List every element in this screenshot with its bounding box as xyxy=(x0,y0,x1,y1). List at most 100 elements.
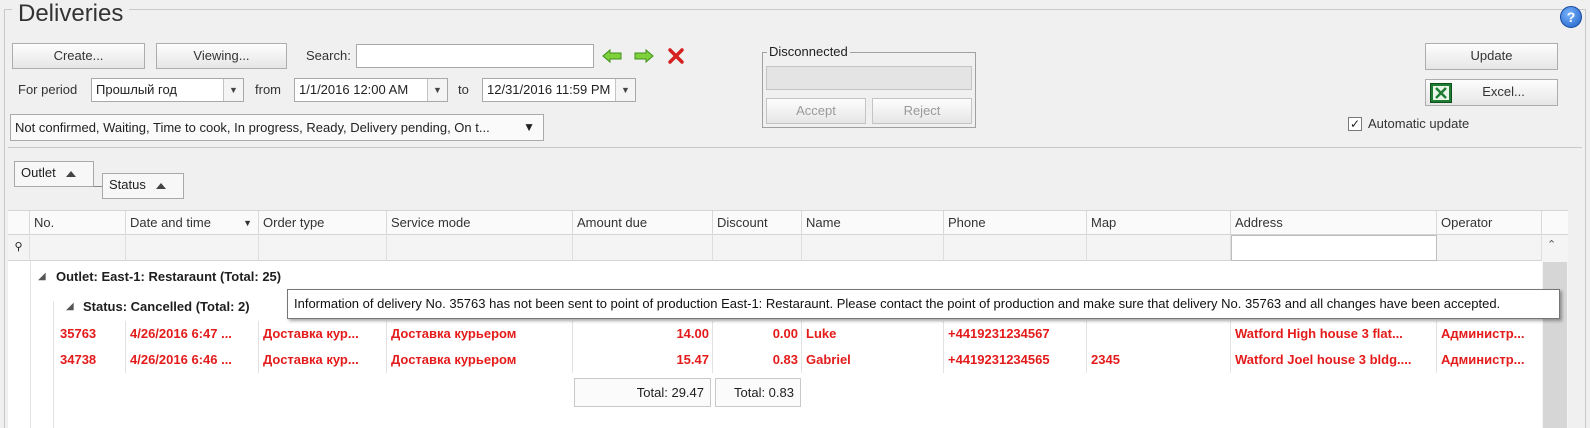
from-date-value: 1/1/2016 12:00 AM xyxy=(299,82,409,97)
collapse-outlet-icon[interactable]: ◢ xyxy=(38,264,46,290)
reject-button[interactable]: Reject xyxy=(872,98,972,124)
column-header-phone[interactable]: Phone xyxy=(944,211,1087,236)
column-header-date[interactable]: Date and time ▼ xyxy=(126,211,259,236)
scrollbar-thumb[interactable] xyxy=(1543,262,1567,428)
status-filter-select[interactable]: Not confirmed, Waiting, Time to cook, In… xyxy=(10,114,544,141)
filter-cell-address[interactable] xyxy=(1231,235,1437,261)
auto-filter-row: ⚲ xyxy=(8,235,1568,261)
to-date-value: 12/31/2016 11:59 PM xyxy=(487,82,611,97)
clear-search-icon[interactable] xyxy=(668,48,684,64)
cell-address: Watford High house 3 flat... xyxy=(1235,326,1403,341)
status-chip-label: Status xyxy=(109,177,146,192)
to-label: to xyxy=(458,82,469,97)
cell-no: 35763 xyxy=(60,326,97,341)
excel-icon xyxy=(1430,83,1452,103)
filter-cell-order-type[interactable] xyxy=(259,235,387,261)
cell-service-mode: Доставка курьером xyxy=(391,326,517,341)
to-date-field[interactable]: 12/31/2016 11:59 PM ▼ xyxy=(482,78,636,102)
connection-status-title: Disconnected xyxy=(767,44,850,60)
row-indicator-header xyxy=(8,211,30,236)
grid-line xyxy=(572,321,573,373)
cell-order-type: Доставка кур... xyxy=(263,352,359,367)
outlet-chip-label: Outlet xyxy=(21,165,56,180)
filter-cell-amount[interactable] xyxy=(573,235,713,261)
column-header-date-label: Date and time xyxy=(130,215,211,230)
sort-descending-icon: ▼ xyxy=(243,218,252,228)
grid-line xyxy=(1230,321,1231,373)
automatic-update-label: Automatic update xyxy=(1368,116,1470,131)
filter-cell-phone[interactable] xyxy=(944,235,1087,261)
excel-label: Excel... xyxy=(1482,84,1525,99)
column-header-operator[interactable]: Operator xyxy=(1437,211,1542,236)
group-row-outlet[interactable]: Outlet: East-1: Restaraunt (Total: 25) xyxy=(56,264,281,290)
column-header-order-type[interactable]: Order type xyxy=(259,211,387,236)
search-input[interactable] xyxy=(356,44,594,68)
discount-total: Total: 0.83 xyxy=(715,378,801,407)
help-icon[interactable]: ? xyxy=(1560,6,1582,28)
from-date-field[interactable]: 1/1/2016 12:00 AM ▼ xyxy=(294,78,448,102)
column-header-address[interactable]: Address xyxy=(1231,211,1437,236)
page-title: Deliveries xyxy=(12,0,130,28)
column-header-map[interactable]: Map xyxy=(1087,211,1231,236)
period-label: For period xyxy=(18,82,78,97)
chevron-down-icon: ▼ xyxy=(427,79,447,101)
chevron-down-icon: ▼ xyxy=(615,79,635,101)
group-by-outlet-chip[interactable]: Outlet xyxy=(14,161,94,187)
filter-pin-icon: ⚲ xyxy=(8,235,30,261)
accept-button[interactable]: Accept xyxy=(766,98,866,124)
cell-discount: 0.00 xyxy=(772,326,798,341)
filter-cell-operator[interactable] xyxy=(1437,235,1542,261)
filter-cell-discount[interactable] xyxy=(713,235,802,261)
grid-line xyxy=(386,321,387,373)
cell-name: Luke xyxy=(806,326,837,341)
sort-ascending-icon xyxy=(65,170,76,177)
cell-phone: +4419231234565 xyxy=(948,352,1050,367)
column-header-discount[interactable]: Discount xyxy=(713,211,802,236)
cell-date: 4/26/2016 6:47 ... xyxy=(130,326,232,341)
cell-order-type: Доставка кур... xyxy=(263,326,359,341)
period-value: Прошлый год xyxy=(96,82,178,97)
period-select[interactable]: Прошлый год ▼ xyxy=(91,78,244,102)
update-button[interactable]: Update xyxy=(1425,43,1558,70)
cell-phone: +4419231234567 xyxy=(948,326,1050,341)
group-row-status[interactable]: Status: Cancelled (Total: 2) xyxy=(83,294,250,320)
grid-line xyxy=(801,321,802,373)
filter-cell-map[interactable] xyxy=(1087,235,1231,261)
column-header-no[interactable]: No. xyxy=(30,211,126,236)
delivery-warning-tooltip: Information of delivery No. 35763 has no… xyxy=(287,289,1560,319)
cell-name: Gabriel xyxy=(806,352,851,367)
search-next-icon[interactable] xyxy=(634,48,654,64)
grid-line xyxy=(1086,321,1087,373)
filter-cell-name[interactable] xyxy=(802,235,944,261)
column-header-service-mode[interactable]: Service mode xyxy=(387,211,573,236)
grid-line xyxy=(943,321,944,373)
row-indicator-border xyxy=(30,261,31,428)
cell-operator: Администр... xyxy=(1441,326,1525,341)
chevron-down-icon: ▼ xyxy=(223,79,243,101)
viewing-button[interactable]: Viewing... xyxy=(156,43,287,69)
group-by-status-chip[interactable]: Status xyxy=(102,173,184,199)
collapse-status-icon[interactable]: ◢ xyxy=(66,294,74,320)
column-header-name[interactable]: Name xyxy=(802,211,944,236)
connection-message-box xyxy=(766,66,972,90)
excel-button[interactable]: Excel... xyxy=(1425,79,1558,106)
grid-line xyxy=(125,321,126,373)
filter-cell-no[interactable] xyxy=(30,235,126,261)
grid-line xyxy=(1436,321,1437,373)
search-previous-icon[interactable] xyxy=(602,48,622,64)
grid-header-row: No. Date and time ▼ Order type Service m… xyxy=(8,210,1568,236)
grid-body: ◢ Outlet: East-1: Restaraunt (Total: 25)… xyxy=(8,261,1542,428)
automatic-update-checkbox[interactable]: ✓ xyxy=(1348,117,1362,131)
group-indent-border xyxy=(53,301,54,428)
status-filter-value: Not confirmed, Waiting, Time to cook, In… xyxy=(15,120,490,135)
scroll-up-icon[interactable]: ⌃ xyxy=(1547,238,1556,251)
create-button[interactable]: Create... xyxy=(12,43,145,69)
column-header-amount-due[interactable]: Amount due xyxy=(573,211,713,236)
cell-service-mode: Доставка курьером xyxy=(391,352,517,367)
cell-amount: 14.00 xyxy=(676,326,709,341)
filter-cell-date[interactable] xyxy=(126,235,259,261)
search-label: Search: xyxy=(306,48,351,63)
sort-ascending-icon xyxy=(155,182,166,189)
filter-cell-service-mode[interactable] xyxy=(387,235,573,261)
cell-map: 2345 xyxy=(1091,352,1120,367)
